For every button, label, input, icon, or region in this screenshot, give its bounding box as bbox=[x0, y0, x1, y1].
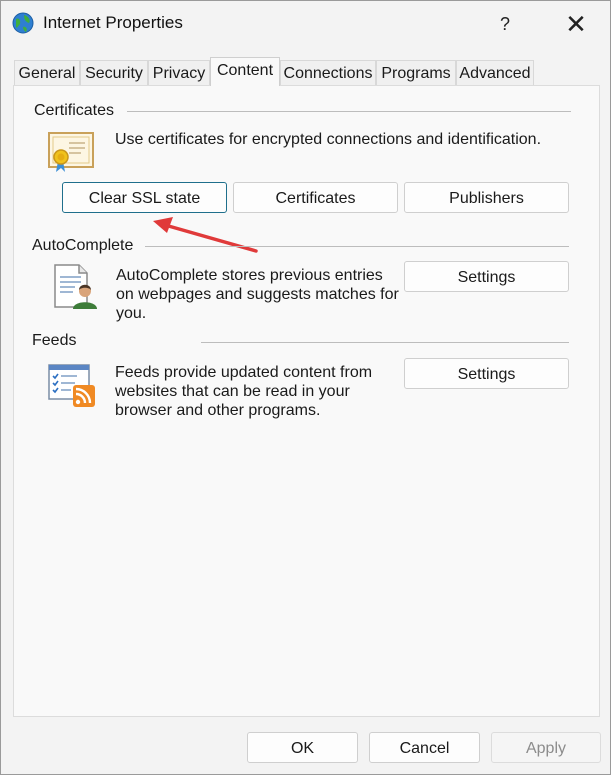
help-button[interactable]: ? bbox=[487, 7, 523, 41]
publishers-button[interactable]: Publishers bbox=[404, 182, 569, 213]
window-title: Internet Properties bbox=[43, 13, 183, 32]
tab-content[interactable]: Content bbox=[210, 57, 280, 86]
autocomplete-description-line-1: AutoComplete stores previous entries bbox=[116, 267, 383, 284]
autocomplete-heading: AutoComplete bbox=[32, 237, 134, 254]
feeds-description-line-1: Feeds provide updated content from bbox=[115, 364, 373, 381]
feeds-settings-button[interactable]: Settings bbox=[404, 358, 569, 389]
feeds-divider bbox=[201, 342, 569, 343]
cancel-button[interactable]: Cancel bbox=[369, 732, 480, 763]
tab-advanced[interactable]: Advanced bbox=[456, 60, 534, 85]
apply-button[interactable]: Apply bbox=[491, 732, 601, 763]
tab-connections[interactable]: Connections bbox=[280, 60, 376, 85]
ok-button[interactable]: OK bbox=[247, 732, 358, 763]
globe-icon bbox=[12, 12, 34, 34]
certificates-divider bbox=[127, 111, 571, 112]
annotation-arrow-icon bbox=[153, 217, 258, 253]
title-bar[interactable]: Internet Properties ? ✕ bbox=[1, 1, 610, 49]
internet-properties-window: Internet Properties ? ✕ General Security… bbox=[0, 0, 611, 775]
feeds-heading: Feeds bbox=[32, 332, 77, 349]
certificate-icon bbox=[47, 131, 95, 178]
certificates-description: Use certificates for encrypted connectio… bbox=[115, 131, 542, 148]
autocomplete-icon bbox=[53, 263, 99, 316]
tab-security[interactable]: Security bbox=[80, 60, 148, 85]
close-button[interactable]: ✕ bbox=[556, 7, 596, 41]
certificates-heading: Certificates bbox=[34, 102, 115, 119]
autocomplete-description-line-2: on webpages and suggests matches for bbox=[116, 286, 399, 303]
tab-programs[interactable]: Programs bbox=[376, 60, 456, 85]
feeds-description-line-3: browser and other programs. bbox=[115, 402, 321, 419]
autocomplete-divider bbox=[145, 246, 569, 247]
feeds-icon bbox=[47, 363, 97, 414]
autocomplete-settings-button[interactable]: Settings bbox=[404, 261, 569, 292]
autocomplete-description-line-3: you. bbox=[116, 305, 147, 322]
clear-ssl-state-button[interactable]: Clear SSL state bbox=[62, 182, 227, 213]
tab-general[interactable]: General bbox=[14, 60, 80, 85]
feeds-description-line-2: websites that can be read in your bbox=[115, 383, 350, 400]
certificates-button[interactable]: Certificates bbox=[233, 182, 398, 213]
tab-privacy[interactable]: Privacy bbox=[148, 60, 210, 85]
